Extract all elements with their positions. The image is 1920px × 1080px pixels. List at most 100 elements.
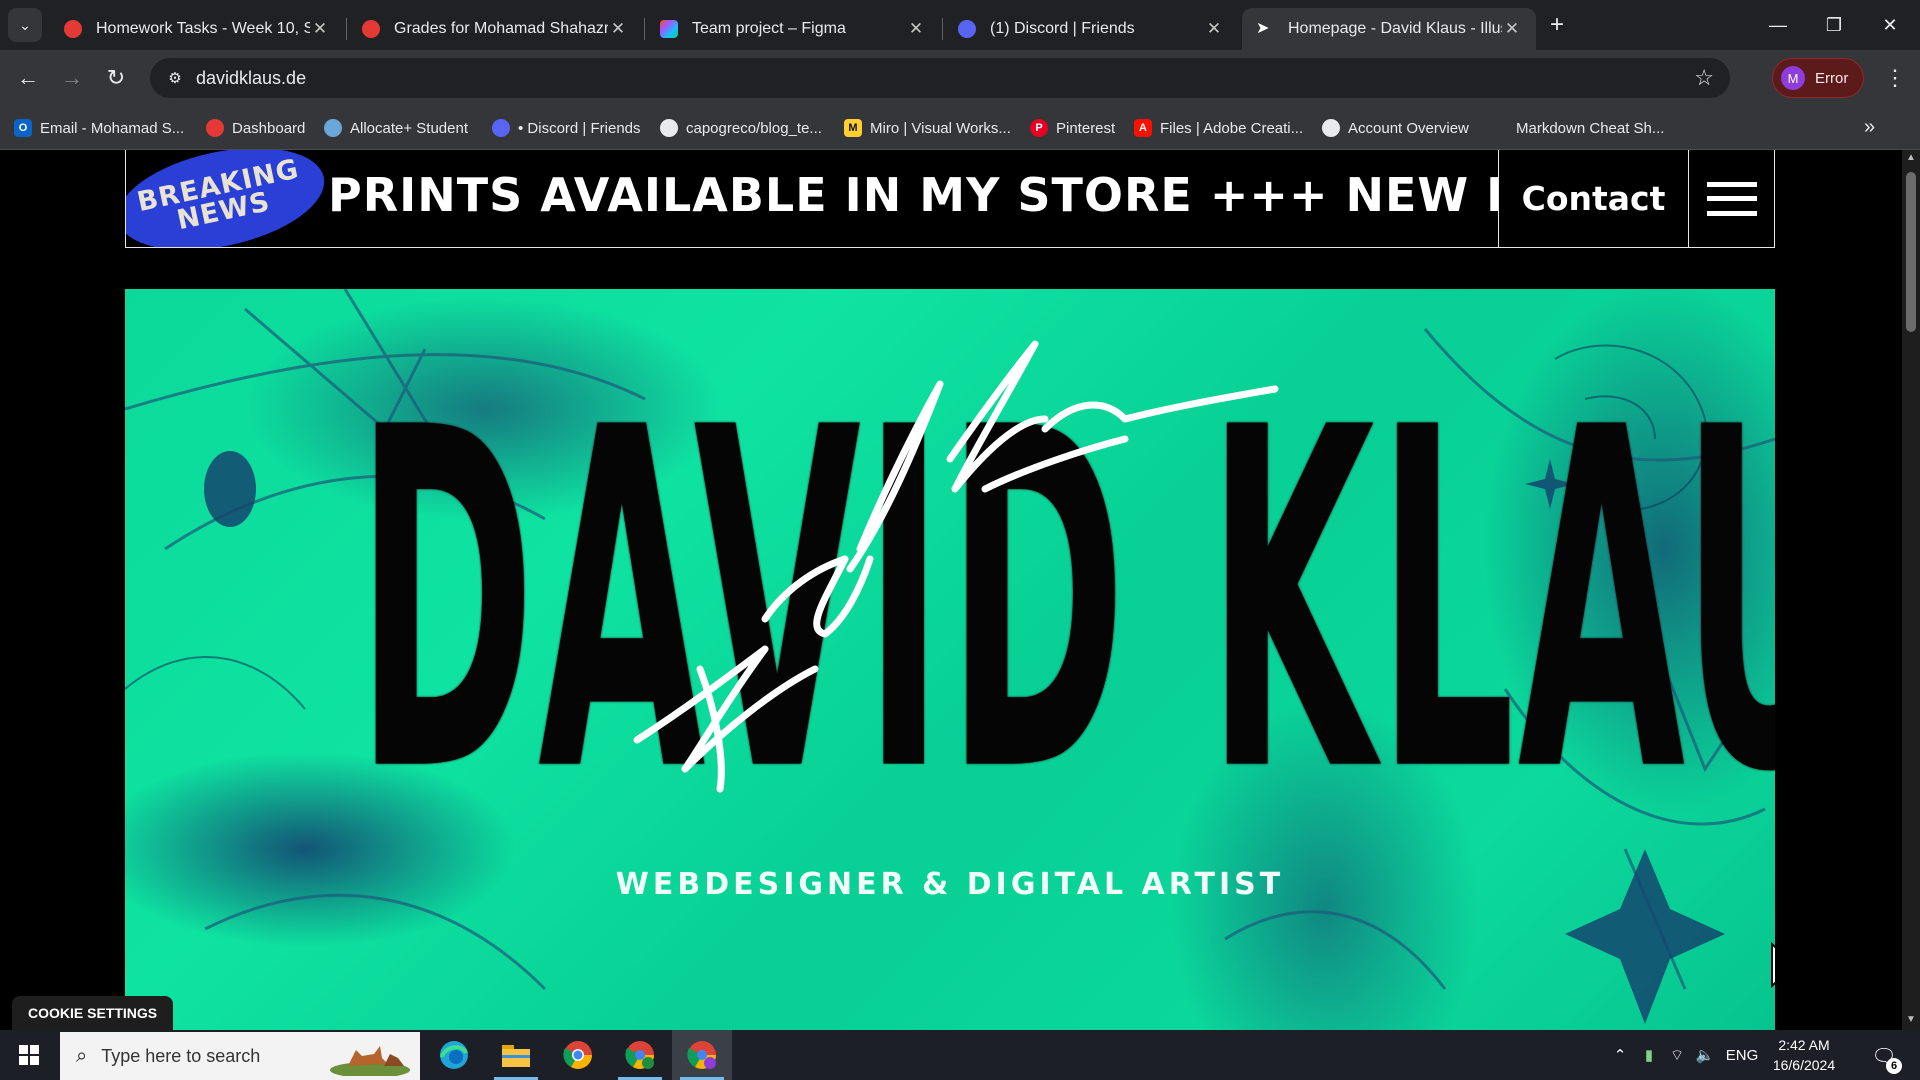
scroll-down-icon[interactable]: ▼ [1902, 1014, 1920, 1028]
volume-tray[interactable]: 🔈 [1692, 1030, 1718, 1080]
taskbar-search[interactable]: ⌕ Type here to search [60, 1032, 420, 1080]
clock-date: 16/6/2024 [1772, 1057, 1836, 1073]
breaking-news-badge: BREAKING NEWS [126, 150, 334, 247]
new-tab-button[interactable]: + [1542, 10, 1572, 40]
discord-icon [492, 119, 510, 137]
battery-tray[interactable]: ▮ [1636, 1030, 1662, 1080]
bookmark-email[interactable]: O Email - Mohamad S... [14, 116, 184, 140]
tab-homework[interactable]: Homework Tasks - Week 10, Se ✕ [50, 8, 344, 50]
bookmark-discord[interactable]: • Discord | Friends [492, 116, 641, 140]
close-tab-icon[interactable]: ✕ [310, 19, 330, 39]
url-text[interactable]: davidklaus.de [196, 68, 306, 89]
adobe-icon: A [1134, 119, 1152, 137]
bookmark-label: Markdown Cheat Sh... [1516, 119, 1665, 137]
restore-button[interactable]: ❐ [1806, 0, 1862, 50]
menu-button[interactable] [1688, 150, 1775, 247]
bookmark-star-icon[interactable]: ☆ [1694, 65, 1714, 91]
page-scrollbar[interactable]: ▲ ▼ [1902, 150, 1920, 1030]
contact-link[interactable]: Contact [1498, 150, 1688, 247]
windows-icon [19, 1045, 39, 1065]
close-window-button[interactable]: ✕ [1862, 0, 1918, 50]
markdown-icon [1490, 119, 1508, 137]
bookmark-pinterest[interactable]: P Pinterest [1030, 116, 1115, 140]
scroll-up-icon[interactable]: ▲ [1902, 152, 1920, 166]
bookmark-label: Allocate+ Student [350, 119, 469, 137]
minimize-button[interactable]: — [1750, 0, 1806, 50]
discord-icon [958, 20, 976, 38]
close-tab-icon[interactable]: ✕ [1502, 19, 1522, 39]
back-button[interactable]: ← [12, 62, 44, 94]
profile-status: Error [1815, 69, 1849, 87]
miro-icon: M [844, 119, 862, 137]
tab-grades[interactable]: Grades for Mohamad Shahazrin ✕ [348, 8, 642, 50]
folder-icon [502, 1045, 530, 1067]
taskbar-chrome[interactable] [548, 1030, 608, 1080]
bookmark-miro[interactable]: M Miro | Visual Works... [844, 116, 1011, 140]
tab-search-button[interactable]: ⌄ [8, 8, 42, 42]
tab-favicon-icon [64, 20, 82, 38]
tab-david-klaus[interactable]: ➤ Homepage - David Klaus - Illust ✕ [1242, 8, 1536, 50]
bookmarks-bar: O Email - Mohamad S... Dashboard Allocate… [0, 106, 1920, 150]
taskbar-search-placeholder: Type here to search [101, 1045, 261, 1066]
tab-title: Team project – Figma [692, 20, 846, 37]
tab-separator [644, 18, 645, 40]
taskbar-clock[interactable]: 2:42 AM 16/6/2024 [1754, 1035, 1854, 1075]
chrome-icon [563, 1041, 592, 1069]
tab-figma[interactable]: Team project – Figma ✕ [646, 8, 940, 50]
more-vert-icon: ⋮ [1884, 65, 1906, 90]
tab-discord[interactable]: (1) Discord | Friends ✕ [944, 8, 1238, 50]
chevron-down-icon: ⌄ [19, 16, 31, 33]
bookmark-dashboard[interactable]: Dashboard [206, 116, 305, 140]
tab-separator [942, 18, 943, 40]
avatar: M [1781, 66, 1805, 90]
bookmark-label: Pinterest [1056, 119, 1116, 137]
close-tab-icon[interactable]: ✕ [1204, 19, 1224, 39]
windows-taskbar: ⌕ Type here to search ⌃ ▮ ⌔ 🔈 ENG 2:42 A… [0, 1030, 1920, 1080]
reload-button[interactable]: ↻ [100, 62, 132, 94]
reload-icon: ↻ [106, 65, 126, 90]
hamburger-icon [1707, 181, 1757, 216]
news-ticker[interactable]: PRINTS AVAILABLE IN MY STORE +++ NEW ILL… [126, 150, 1498, 247]
tab-title: Homework Tasks - Week 10, Se [96, 20, 310, 37]
double-chevron-right-icon: » [1864, 116, 1876, 138]
tab-strip: ⌄ Homework Tasks - Week 10, Se ✕ Grades … [0, 0, 1920, 50]
chevron-up-icon: ⌃ [1613, 1047, 1627, 1064]
bookmark-markdown[interactable]: Markdown Cheat Sh... [1490, 116, 1664, 140]
start-button[interactable] [0, 1030, 58, 1080]
bookmark-label: Files | Adobe Creati... [1160, 119, 1304, 137]
taskbar-edge[interactable] [424, 1030, 484, 1080]
bookmark-adobe[interactable]: A Files | Adobe Creati... [1134, 116, 1303, 140]
mouse-cursor-icon [1771, 942, 1775, 989]
bookmark-account[interactable]: Account Overview [1322, 116, 1469, 140]
taskbar-chrome-profile-s[interactable] [610, 1030, 670, 1080]
close-tab-icon[interactable]: ✕ [608, 19, 628, 39]
bookmark-allocate[interactable]: Allocate+ Student [324, 116, 468, 140]
taskbar-file-explorer[interactable] [486, 1030, 546, 1080]
account-icon [1322, 119, 1340, 137]
address-bar[interactable]: ⚙ davidklaus.de ☆ [150, 58, 1730, 98]
site-settings-icon[interactable]: ⚙ [164, 67, 186, 89]
more-bookmarks-button[interactable]: » [1864, 116, 1875, 139]
page-viewport: PRINTS AVAILABLE IN MY STORE +++ NEW ILL… [0, 150, 1902, 1030]
show-hidden-icons[interactable]: ⌃ [1606, 1030, 1634, 1080]
edge-icon [440, 1041, 468, 1069]
close-tab-icon[interactable]: ✕ [906, 19, 926, 39]
bookmark-label: • Discord | Friends [518, 119, 641, 137]
arrow-left-icon: ← [17, 65, 39, 90]
notification-center-button[interactable]: 🗨 6 [1864, 1038, 1904, 1074]
forward-button[interactable]: → [56, 62, 88, 94]
tab-title: Homepage - David Klaus - Illust [1288, 20, 1502, 37]
browser-menu-button[interactable]: ⋮ [1880, 62, 1910, 94]
scroll-thumb[interactable] [1906, 172, 1916, 332]
bookmark-github[interactable]: capogreco/blog_te... [660, 116, 822, 140]
battery-icon: ▮ [1644, 1047, 1654, 1064]
tab-separator [346, 18, 347, 40]
cookie-settings-button[interactable]: COOKIE SETTINGS [12, 996, 174, 1030]
profile-button[interactable]: M Error [1772, 58, 1864, 98]
bookmark-label: Account Overview [1348, 119, 1469, 137]
figma-icon [660, 20, 678, 38]
chrome-profile-icon [625, 1041, 654, 1069]
wifi-tray[interactable]: ⌔ [1664, 1030, 1690, 1080]
taskbar-chrome-profile-m[interactable] [672, 1030, 732, 1080]
hero-banner: DAVID KLAUS WEBDESIGNER & DIGITAL ARTIST [125, 289, 1775, 1030]
